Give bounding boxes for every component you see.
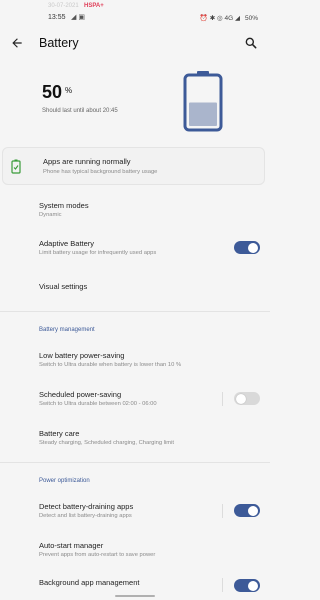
battery-percent-unit: % <box>65 86 73 95</box>
status-date: 30-07-2021 <box>48 3 79 9</box>
toggle-divider <box>222 578 223 592</box>
auto-start-manager-subtitle: Prevent apps from auto-restart to save p… <box>39 552 156 558</box>
status-bar: 30-07-2021 HSPA+ 13:55 ◢ ▣ ⏰ ✱ ◎ 4G ◢ 50… <box>0 0 270 26</box>
status-battery-percent: 50% <box>244 14 258 22</box>
battery-care-title: Battery care <box>39 429 80 438</box>
toggle-divider <box>222 504 223 518</box>
battery-percent-value: 50 <box>42 82 63 102</box>
low-battery-saving-item[interactable]: Low battery power-saving Switch to Ultra… <box>0 345 270 375</box>
gesture-nav-handle[interactable] <box>115 595 155 597</box>
detect-draining-apps-item[interactable]: Detect battery-draining apps Detect and … <box>0 496 270 526</box>
battery-estimate: Should last until about 20:45 <box>42 108 118 114</box>
auto-start-manager-item[interactable]: Auto-start manager Prevent apps from aut… <box>0 535 270 565</box>
background-app-management-title: Background app management <box>39 578 140 587</box>
detect-draining-apps-toggle[interactable] <box>234 504 260 517</box>
adaptive-battery-title: Adaptive Battery <box>39 239 95 248</box>
battery-icon <box>183 71 223 132</box>
page-title: Battery <box>39 36 79 50</box>
battery-management-header: Battery management <box>39 327 95 333</box>
back-button[interactable] <box>8 34 26 52</box>
low-battery-saving-subtitle: Switch to Ultra durable when battery is … <box>39 362 182 368</box>
arrow-left-icon <box>12 38 22 48</box>
low-battery-saving-title: Low battery power-saving <box>39 351 125 360</box>
status-network-type: HSPA+ <box>84 3 104 9</box>
scheduled-saving-item[interactable]: Scheduled power-saving Switch to Ultra d… <box>0 384 270 414</box>
detect-draining-apps-title: Detect battery-draining apps <box>39 502 134 511</box>
toolbar: Battery <box>0 28 270 58</box>
adaptive-battery-item[interactable]: Adaptive Battery Limit battery usage for… <box>0 232 270 262</box>
detect-draining-apps-subtitle: Detect and list battery-draining apps <box>39 513 132 519</box>
adaptive-battery-toggle[interactable] <box>234 241 260 254</box>
section-divider <box>0 462 270 463</box>
status-card-title: Apps are running normally <box>43 157 131 166</box>
status-card-subtitle: Phone has typical background battery usa… <box>43 169 158 175</box>
battery-care-item[interactable]: Battery care Steady charging, Scheduled … <box>0 423 270 453</box>
status-right-icons: ⏰ ✱ ◎ 4G ◢ 50% <box>199 14 258 23</box>
system-modes-item[interactable]: System modes Dynamic <box>0 195 270 225</box>
scheduled-saving-title: Scheduled power-saving <box>39 390 122 399</box>
auto-start-manager-title: Auto-start manager <box>39 541 104 550</box>
system-modes-title: System modes <box>39 201 89 210</box>
scheduled-saving-subtitle: Switch to Ultra durable between 02:00 - … <box>39 401 157 407</box>
system-modes-value: Dynamic <box>39 212 62 218</box>
search-button[interactable] <box>244 34 262 52</box>
background-app-management-item[interactable]: Background app management <box>0 572 270 594</box>
battery-ok-icon <box>11 159 21 174</box>
search-icon <box>245 37 257 49</box>
background-app-management-toggle[interactable] <box>234 579 260 592</box>
system-status-icons: ⏰ ✱ ◎ 4G ◢ <box>199 15 240 22</box>
visual-settings-title: Visual settings <box>39 282 88 291</box>
visual-settings-item[interactable]: Visual settings <box>0 276 270 298</box>
status-time: 13:55 <box>48 14 66 21</box>
battery-summary: 50% Should last until about 20:45 <box>0 70 270 140</box>
battery-level: 50% <box>42 82 72 103</box>
section-divider <box>0 311 270 312</box>
battery-fill <box>189 102 217 126</box>
battery-status-card[interactable]: Apps are running normally Phone has typi… <box>2 147 265 185</box>
toggle-divider <box>222 392 223 406</box>
notification-icons: ◢ ▣ <box>71 14 85 21</box>
battery-care-subtitle: Steady charging, Scheduled charging, Cha… <box>39 440 175 446</box>
power-optimization-header: Power optimization <box>39 478 90 484</box>
scheduled-saving-toggle[interactable] <box>234 392 260 405</box>
adaptive-battery-subtitle: Limit battery usage for infrequently use… <box>39 250 157 256</box>
